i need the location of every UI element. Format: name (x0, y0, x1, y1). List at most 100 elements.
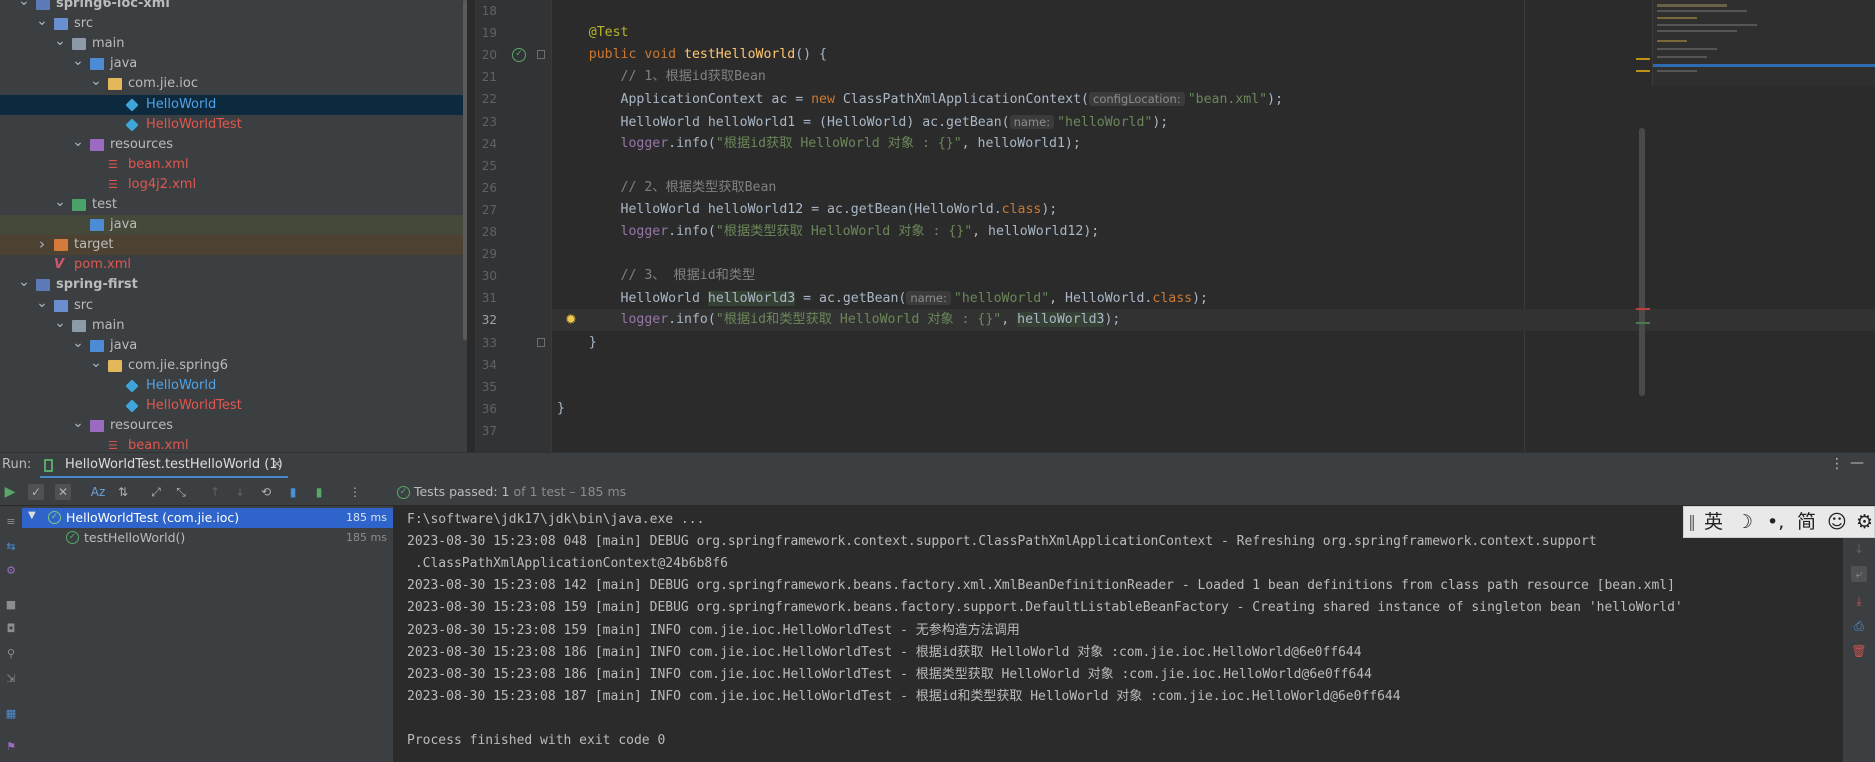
align-icon[interactable]: ≡ (3, 514, 19, 530)
test-row[interactable]: ✓ testHelloWorld() 185 ms (22, 528, 393, 548)
rerun-icon[interactable]: ▶ (2, 484, 18, 500)
warning-marker[interactable] (1636, 70, 1650, 72)
change-marker[interactable] (1636, 322, 1650, 324)
chevron-down-icon[interactable]: ⌄ (54, 34, 66, 48)
sort-duration-icon[interactable]: ⇅ (115, 484, 131, 500)
scroll-down-icon[interactable]: ↓ (1851, 541, 1867, 557)
stop-icon[interactable]: ■ (3, 597, 19, 613)
tree-item[interactable]: HelloWorldTest (0, 115, 467, 135)
editor-minimap[interactable] (1652, 0, 1875, 86)
code-line[interactable]: HelloWorld helloWorld1 = (HelloWorld) ac… (557, 111, 1168, 133)
scroll-to-end-icon[interactable]: ⤓ (1851, 593, 1867, 609)
tree-item[interactable]: ⌄ spring-first (0, 275, 467, 295)
chevron-down-icon[interactable]: ⌄ (36, 296, 48, 310)
tree-item[interactable]: ⌄ resources (0, 135, 467, 155)
sort-alpha-icon[interactable]: Az (90, 484, 106, 500)
chevron-down-icon[interactable]: ⌄ (72, 135, 84, 149)
tree-item[interactable]: ⌄ resources (0, 416, 467, 436)
run-tab[interactable]: HelloWorldTest.testHelloWorld (1) ✕ (40, 453, 288, 479)
tree-item[interactable]: ⌄ spring6-ioc-xml (0, 0, 467, 14)
code-line[interactable]: logger.info("根据id和类型获取 HelloWorld 对象 : {… (552, 309, 1875, 332)
chevron-down-icon[interactable]: ⌄ (72, 336, 84, 350)
tree-item[interactable]: Vpom.xml (0, 255, 467, 275)
chevron-down-icon[interactable]: ⌄ (90, 74, 102, 88)
layout-icon[interactable]: ▦ (3, 706, 19, 722)
warning-marker[interactable] (1636, 58, 1650, 60)
code-line[interactable]: logger.info("根据id获取 HelloWorld 对象 : {}",… (557, 133, 1081, 155)
soft-wrap-icon[interactable]: ⤶ (1851, 566, 1867, 582)
tree-item[interactable]: ⌄ com.jie.spring6 (0, 356, 467, 376)
code-line[interactable]: logger.info("根据类型获取 HelloWorld 对象 : {}",… (557, 221, 1100, 243)
lightbulb-icon[interactable]: ✹ (565, 312, 577, 328)
test-row[interactable]: ▼ ✓ HelloWorldTest (com.jie.ioc) 185 ms (22, 508, 393, 528)
gear-icon[interactable]: ⚙ (1856, 511, 1873, 533)
code-line[interactable]: ApplicationContext ac = new ClassPathXml… (557, 88, 1283, 110)
console-output[interactable]: F:\software\jdk17\jdk\bin\java.exe ... 20… (395, 506, 1843, 762)
chevron-down-icon[interactable]: ⌄ (36, 14, 48, 28)
chevron-down-icon[interactable]: ▼ (28, 510, 36, 521)
code-line[interactable]: @Test (557, 22, 629, 44)
pin-icon[interactable]: ⚲ (3, 646, 19, 662)
code-line[interactable]: HelloWorld helloWorld12 = ac.getBean(Hel… (557, 199, 1058, 221)
code-line[interactable]: } (557, 332, 597, 354)
pin-tab-icon[interactable]: ⚑ (3, 739, 19, 755)
tree-item[interactable]: ⌄ java (0, 54, 467, 74)
import-tests-icon[interactable]: ▮ (285, 484, 301, 500)
chevron-down-icon[interactable]: ⌄ (54, 316, 66, 330)
export-tests-icon[interactable]: ▮ (311, 484, 327, 500)
tree-item[interactable]: ⌄ src (0, 14, 467, 34)
ime-toolbar[interactable]: ‖ 英 ☽ •, 简 ☺ ⚙ (1683, 506, 1875, 538)
tree-item[interactable]: ☰ log4j2.xml (0, 175, 467, 195)
tree-item[interactable]: HelloWorldTest (0, 396, 467, 416)
tree-item[interactable]: HelloWorld (0, 94, 467, 115)
tree-item[interactable]: ☰ bean.xml (0, 436, 467, 452)
minimize-icon[interactable]: — (1850, 455, 1864, 471)
project-tree[interactable]: ⌄ spring6-ioc-xml ⌄ src ⌄ main ⌄ java ⌄ com.jie.i… (0, 0, 467, 452)
tree-item[interactable]: › target (0, 235, 467, 256)
tree-scrollbar[interactable] (463, 0, 467, 340)
chevron-down-icon[interactable]: ⌄ (54, 195, 66, 209)
error-marker[interactable] (1636, 308, 1650, 310)
exit-icon[interactable]: ⇲ (3, 671, 19, 687)
ime-handle[interactable]: ‖ (1688, 511, 1696, 533)
chevron-down-icon[interactable]: ⌄ (72, 54, 84, 68)
test-results-tree[interactable]: ▼ ✓ HelloWorldTest (com.jie.ioc) 185 ms … (22, 506, 394, 762)
chevron-right-icon[interactable]: › (36, 235, 48, 254)
previous-failed-icon[interactable]: ↑ (207, 484, 223, 500)
next-failed-icon[interactable]: ↓ (232, 484, 248, 500)
ime-lang-toggle[interactable]: 英 (1704, 511, 1723, 533)
code-line[interactable]: // 2、根据类型获取Bean (557, 177, 777, 199)
ime-script-toggle[interactable]: 简 (1797, 511, 1816, 533)
chevron-down-icon[interactable]: ⌄ (72, 416, 84, 430)
expand-all-icon[interactable]: ⤢ (148, 484, 164, 500)
clear-all-icon[interactable]: 🗑 (1851, 643, 1867, 659)
tree-item[interactable]: ⌄ main (0, 316, 467, 336)
more-actions-icon[interactable]: ⋮ (347, 484, 363, 500)
tree-item[interactable]: java (0, 215, 467, 236)
moon-icon[interactable]: ☽ (1736, 511, 1753, 533)
chevron-down-icon[interactable]: ⌄ (18, 0, 30, 8)
chevron-down-icon[interactable]: ⌄ (90, 356, 102, 370)
tree-item[interactable]: ⌄ java (0, 336, 467, 356)
print-icon[interactable]: ⎙ (1851, 618, 1867, 634)
code-line[interactable]: public void testHelloWorld() { (557, 44, 827, 66)
ime-punct-toggle[interactable]: •, (1767, 511, 1784, 533)
code-line[interactable]: } (557, 398, 565, 420)
settings-icon[interactable]: ⚙ (3, 563, 19, 579)
close-icon[interactable]: ✕ (272, 457, 282, 471)
fold-icon[interactable] (537, 337, 545, 347)
tree-item[interactable]: HelloWorld (0, 376, 467, 396)
show-passed-icon[interactable]: ✓ (28, 484, 44, 500)
show-ignored-icon[interactable]: ✕ (55, 484, 71, 500)
code-editor[interactable]: 18 19 20 21 22 23 24 25 26 27 28 29 30 31 32 33 34 35 36 37… (475, 0, 1875, 452)
more-options-icon[interactable]: ⋮ (1830, 456, 1844, 472)
tree-item[interactable]: ☰ bean.xml (0, 155, 467, 175)
editor-gutter[interactable]: 18 19 20 21 22 23 24 25 26 27 28 29 30 31 32 33 34 35 36 37… (475, 0, 552, 452)
run-test-icon[interactable]: ✓ (512, 48, 526, 63)
rerun-failed-icon[interactable]: ⇆ (3, 539, 19, 555)
editor-scrollbar[interactable] (1639, 128, 1645, 396)
emoji-icon[interactable]: ☺ (1827, 511, 1847, 533)
tree-item[interactable]: ⌄ com.jie.ioc (0, 74, 467, 94)
camera-icon[interactable]: ◘ (3, 621, 19, 637)
history-icon[interactable]: ⟲ (258, 484, 274, 500)
